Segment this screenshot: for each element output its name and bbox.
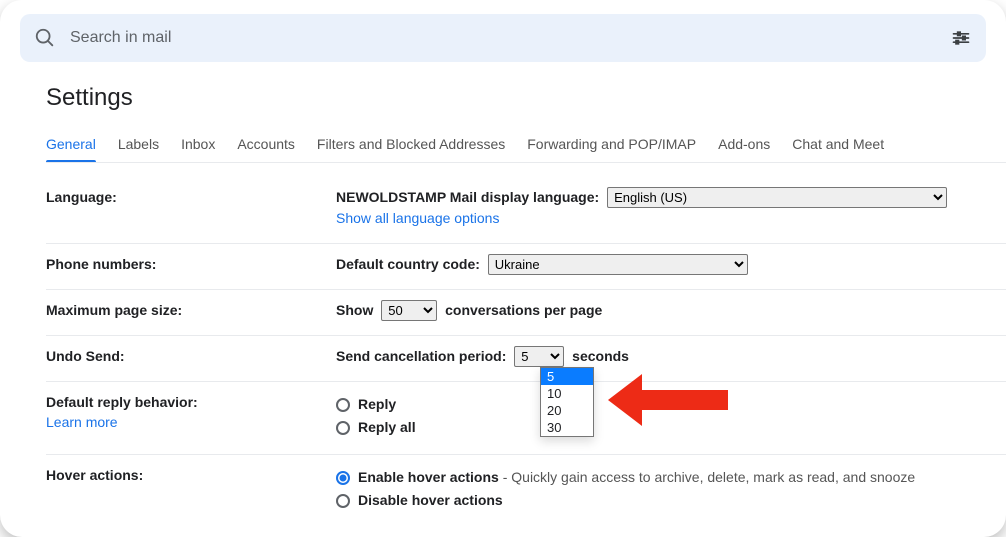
tab-labels[interactable]: Labels	[118, 130, 159, 162]
default-country-label: Default country code:	[336, 256, 480, 272]
dropdown-option-5[interactable]: 5	[541, 368, 593, 385]
label-language: Language:	[46, 187, 336, 205]
language-select[interactable]: English (US)	[607, 187, 947, 208]
undo-period-select[interactable]: 5	[514, 346, 564, 367]
tab-inbox[interactable]: Inbox	[181, 130, 215, 162]
tab-addons[interactable]: Add-ons	[718, 130, 770, 162]
row-hover: Hover actions: Enable hover actions - Qu…	[46, 455, 1006, 527]
disable-hover-label: Disable hover actions	[358, 490, 503, 511]
label-page-size: Maximum page size:	[46, 300, 336, 318]
radio-reply-all-label: Reply all	[358, 417, 416, 438]
tab-filters[interactable]: Filters and Blocked Addresses	[317, 130, 505, 162]
country-code-select[interactable]: Ukraine	[488, 254, 748, 275]
page-title: Settings	[46, 84, 1006, 112]
radio-reply-label: Reply	[358, 394, 396, 415]
enable-hover-desc: - Quickly gain access to archive, delete…	[503, 469, 915, 485]
dropdown-option-20[interactable]: 20	[541, 402, 593, 419]
row-default-reply: Default reply behavior: Learn more Reply…	[46, 382, 1006, 455]
undo-period-label: Send cancellation period:	[336, 348, 506, 364]
enable-hover-label: Enable hover actions	[358, 469, 499, 485]
row-undo-send: Undo Send: Send cancellation period: 5 s…	[46, 336, 1006, 382]
undo-period-dropdown[interactable]: 5 10 20 30	[540, 367, 594, 437]
row-page-size: Maximum page size: Show 50 conversations…	[46, 290, 1006, 336]
radio-reply[interactable]	[336, 398, 350, 412]
radio-disable-hover[interactable]	[336, 494, 350, 508]
tab-general[interactable]: General	[46, 130, 96, 162]
show-all-languages-link[interactable]: Show all language options	[336, 210, 499, 226]
radio-enable-hover[interactable]	[336, 471, 350, 485]
tab-forwarding[interactable]: Forwarding and POP/IMAP	[527, 130, 696, 162]
search-bar[interactable]	[20, 14, 986, 62]
radio-reply-all[interactable]	[336, 421, 350, 435]
settings-tabs: General Labels Inbox Accounts Filters an…	[46, 130, 1006, 163]
tab-chat[interactable]: Chat and Meet	[792, 130, 884, 162]
dropdown-option-10[interactable]: 10	[541, 385, 593, 402]
label-undo: Undo Send:	[46, 346, 336, 364]
label-default-reply-text: Default reply behavior:	[46, 394, 198, 410]
undo-suffix: seconds	[572, 348, 629, 364]
language-display-label: NEWOLDSTAMP Mail display language:	[336, 189, 599, 205]
dropdown-option-30[interactable]: 30	[541, 419, 593, 436]
tab-accounts[interactable]: Accounts	[237, 130, 295, 162]
label-hover: Hover actions:	[46, 465, 336, 483]
search-options-icon[interactable]	[950, 27, 972, 49]
page-size-show: Show	[336, 302, 373, 318]
label-default-reply: Default reply behavior: Learn more	[46, 392, 336, 430]
learn-more-link[interactable]: Learn more	[46, 414, 336, 430]
page-size-suffix: conversations per page	[445, 302, 602, 318]
label-phone: Phone numbers:	[46, 254, 336, 272]
row-phone: Phone numbers: Default country code: Ukr…	[46, 244, 1006, 290]
page-size-select[interactable]: 50	[381, 300, 437, 321]
search-icon	[34, 27, 56, 49]
row-language: Language: NEWOLDSTAMP Mail display langu…	[46, 177, 1006, 244]
search-input[interactable]	[56, 29, 950, 47]
